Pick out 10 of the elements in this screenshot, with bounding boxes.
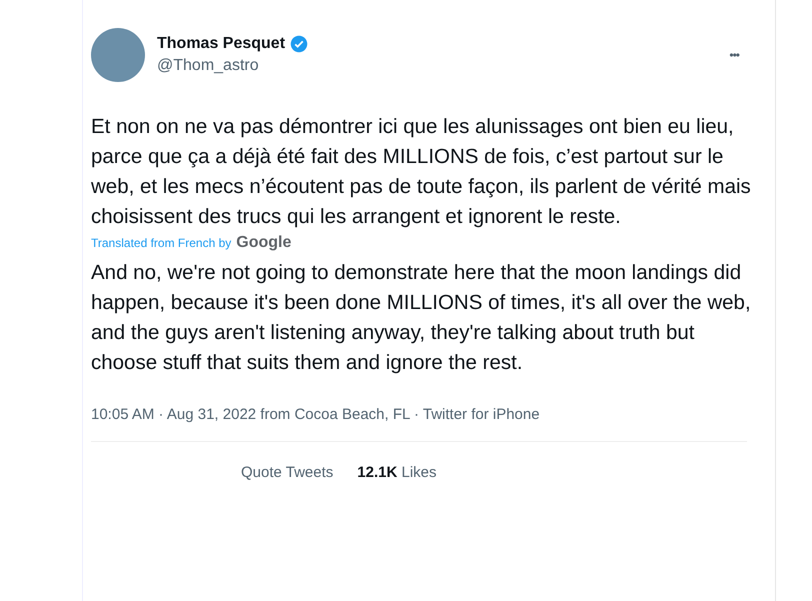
engagement-stat[interactable]: Quote Tweets [241, 464, 334, 481]
translated-text: And no, we're not going to demonstrate here that the moon landings did happen, because it's been done MILLIONS of times, it's all over the web, and the guys aren't listening anyway, they're talking about truth but choose stuff that suits them and ignore the rest. [91, 260, 752, 376]
author-name[interactable]: Thomas Pesquet [157, 35, 286, 53]
tweet-timestamp[interactable]: 10:05 AM · Aug 31, 2022 from Cocoa Beach, FL · Twitter for iPhone [91, 406, 775, 423]
author-handle[interactable]: @Thom_astro [157, 57, 718, 75]
more-menu-button[interactable]: ••• [729, 48, 739, 62]
provider-logo: Google [236, 234, 292, 252]
engagement-stat[interactable]: 12.1K Likes [357, 464, 437, 481]
avatar-photo-placeholder[interactable] [91, 28, 145, 82]
tweet-text: Et non on ne va pas démontrer ici que les alunissages ont bien eu lieu, parce que ça a déjà été fait des MILLIONS de fois, c’est partout sur le web, et les mecs n’écoutent pas de toute façon, ils parlent de vérité mais choisissent des trucs qui les arrangent et ignorent le reste. [91, 114, 752, 230]
